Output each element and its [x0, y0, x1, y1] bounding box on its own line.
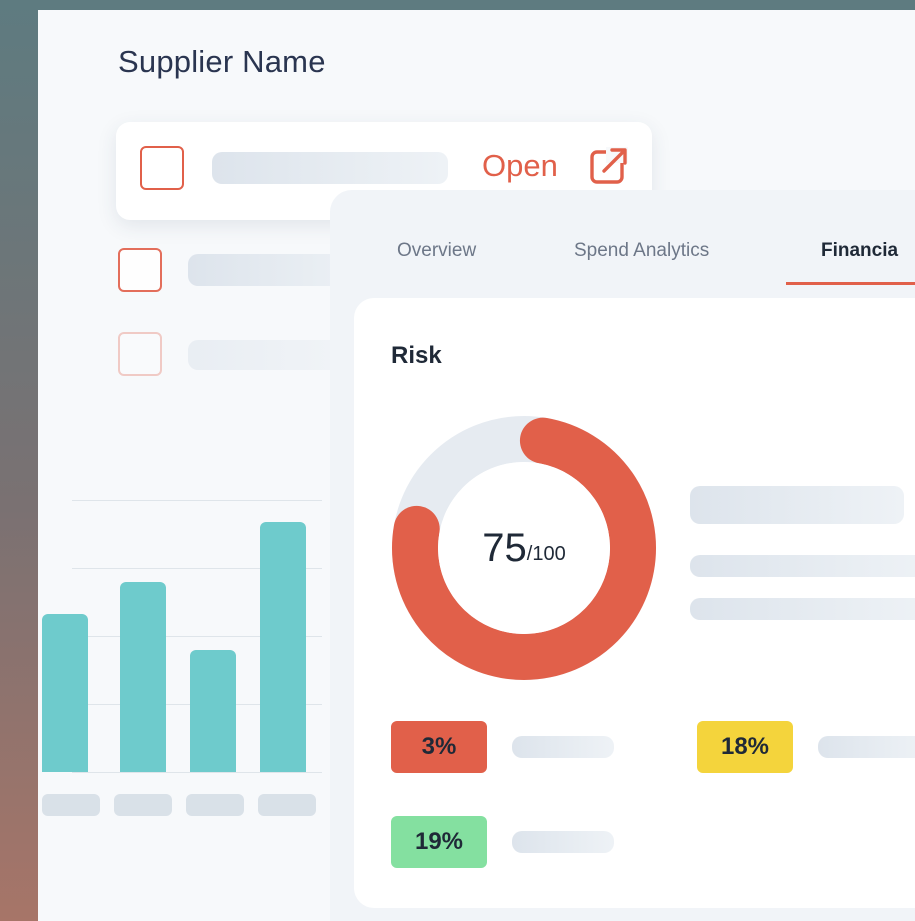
risk-summary-placeholder [690, 555, 915, 577]
tab-spend-analytics[interactable]: Spend Analytics [574, 240, 709, 262]
spend-bar-chart [42, 500, 372, 820]
risk-badge-medium: 18% [697, 721, 793, 773]
row-checkbox[interactable] [118, 332, 162, 376]
tab-financials[interactable]: Financia [821, 240, 898, 262]
risk-summary-placeholder [690, 598, 915, 620]
bar-2 [190, 649, 236, 772]
risk-score: 75 /100 [391, 415, 657, 681]
bar-3 [260, 521, 306, 772]
risk-badge-low: 19% [391, 816, 487, 868]
tab-overview[interactable]: Overview [397, 240, 476, 262]
badge-label-placeholder [512, 736, 614, 758]
external-link-icon[interactable] [588, 145, 630, 187]
row-checkbox[interactable] [140, 146, 184, 190]
risk-title: Risk [391, 342, 442, 369]
row-checkbox[interactable] [118, 248, 162, 292]
risk-summary-placeholder [690, 486, 904, 524]
bar-1 [120, 581, 166, 772]
badge-label-placeholder [512, 831, 614, 853]
gridline [72, 500, 322, 501]
x-tick-placeholder [186, 794, 244, 816]
x-tick-placeholder [114, 794, 172, 816]
x-tick-placeholder [42, 794, 100, 816]
app-window: Supplier Name Open Overview Spend Analyt… [38, 10, 915, 921]
risk-badge-high: 3% [391, 721, 487, 773]
open-button[interactable]: Open [482, 148, 558, 184]
risk-score-value: 75 [482, 525, 527, 570]
bar-0 [42, 614, 88, 772]
badge-label-placeholder [818, 736, 915, 758]
risk-score-max: /100 [526, 542, 566, 565]
row-name-placeholder [212, 152, 448, 184]
active-tab-indicator [786, 282, 915, 285]
page-title: Supplier Name [118, 44, 326, 79]
gridline [72, 772, 322, 773]
x-tick-placeholder [258, 794, 316, 816]
